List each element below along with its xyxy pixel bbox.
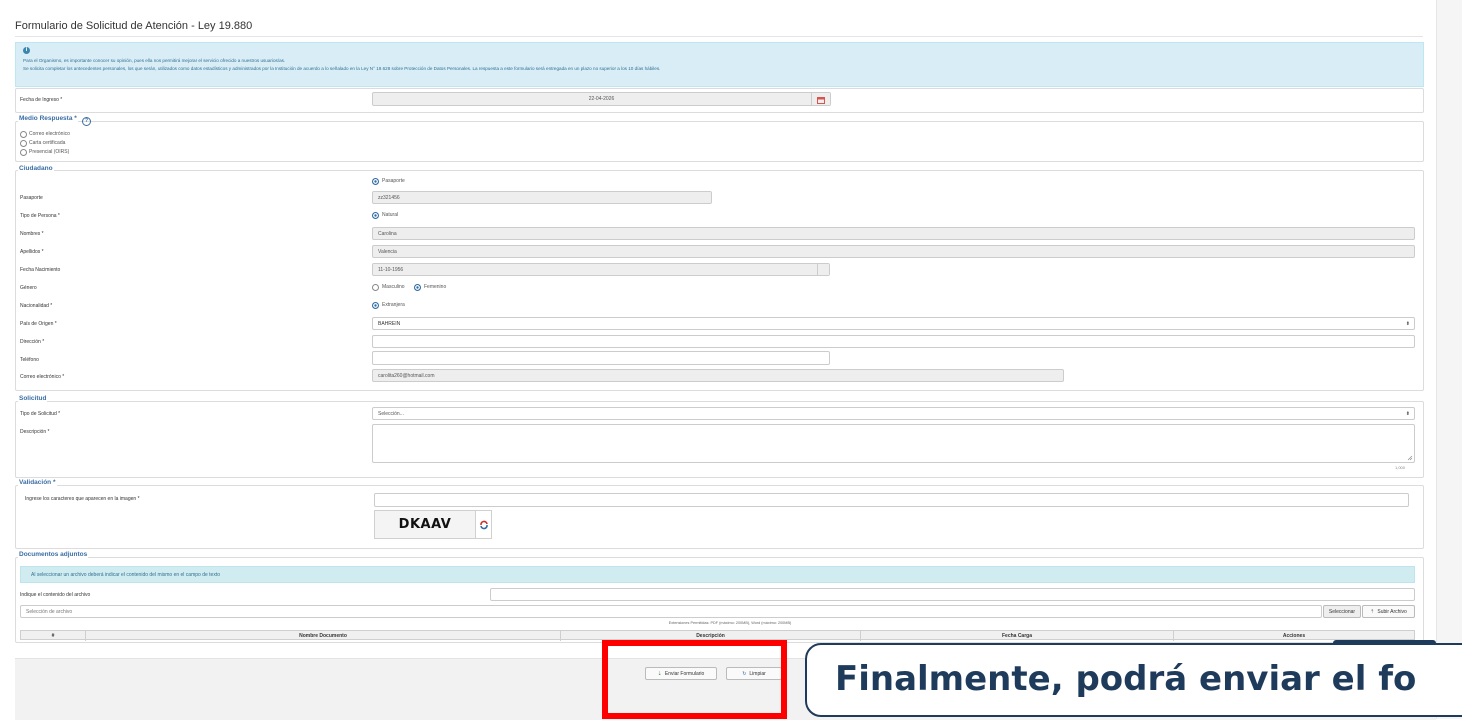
documents-table-header: # Nombre Documento Descripción Fecha Car… [20, 630, 1415, 641]
pais-origen-select[interactable]: BAHREIN ⬍ [372, 317, 1415, 330]
captcha-refresh-button[interactable] [476, 510, 492, 539]
telefono-label: Teléfono [20, 357, 39, 363]
documentos-notice-text: Al seleccionar un archivo deberá indicar… [31, 572, 220, 578]
select-arrows-icon: ⬍ [1405, 410, 1410, 417]
correo-value: carolita260@hotmail.com [378, 372, 435, 379]
file-path-input[interactable]: Selección de archivo [20, 605, 1322, 618]
info-line-1: Para el Organismo, es importante conocer… [23, 58, 286, 63]
fecha-ingreso-value: 22-04-2026 [588, 96, 615, 102]
apellidos-label: Apellidos * [20, 249, 44, 255]
fecha-nacimiento-label: Fecha Nacimiento [20, 267, 61, 273]
refresh-icon [480, 520, 488, 530]
fecha-nacimiento-value: 11-10-1956 [378, 266, 404, 273]
nombres-input[interactable]: Carolina [372, 227, 1415, 240]
ciudadano-legend: Ciudadano [18, 165, 54, 172]
medio-respuesta-panel [15, 121, 1424, 162]
col-nombre: Nombre Documento [86, 631, 561, 641]
pais-origen-label: País de Origen * [20, 321, 57, 327]
resize-handle-icon[interactable] [1407, 455, 1413, 461]
pasaporte-radio[interactable] [372, 178, 379, 185]
fecha-nacimiento-input[interactable]: 11-10-1956 [372, 263, 830, 276]
help-icon[interactable]: ? [82, 117, 91, 126]
select-file-label: Seleccionar [1328, 608, 1356, 615]
pasaporte-radio-label: Pasaporte [382, 178, 405, 184]
nacionalidad-radio[interactable] [372, 302, 379, 309]
medio-respuesta-legend: Medio Respuesta * [18, 115, 78, 122]
info-alert: i Para el Organismo, es importante conoc… [15, 42, 1424, 87]
highlight-box [602, 640, 787, 719]
genero-masculino-radio[interactable] [372, 284, 379, 291]
nombres-value: Carolina [378, 230, 397, 237]
contenido-archivo-input[interactable] [490, 588, 1415, 601]
page-scroll-gutter [1436, 0, 1462, 719]
genero-femenino-label: Femenino [424, 284, 447, 290]
select-arrows-icon: ⬍ [1405, 320, 1410, 327]
pais-origen-value: BAHREIN [378, 320, 401, 327]
medio-option-label-1: Carta certificada [29, 140, 66, 146]
file-path-placeholder: Selección de archivo [26, 608, 73, 615]
telefono-input[interactable] [372, 351, 830, 365]
fecha-ingreso-panel: Fecha de Ingreso * 22-04-2026 [15, 88, 1424, 113]
upload-file-label: Subir Archivo [1377, 608, 1407, 615]
descripcion-textarea[interactable] [372, 424, 1415, 463]
documentos-notice: Al seleccionar un archivo deberá indicar… [20, 566, 1415, 583]
select-file-button[interactable]: Seleccionar [1323, 605, 1361, 618]
tutorial-callout-text: Finalmente, podrá enviar el fo [835, 659, 1417, 699]
pasaporte-label: Pasaporte [20, 195, 43, 201]
title-divider [15, 36, 1423, 37]
allowed-extensions-text: Extensiones Permitidas: PDF (máximo: 200… [668, 621, 792, 625]
direccion-label: Dirección * [20, 339, 45, 345]
genero-femenino-radio[interactable] [414, 284, 421, 291]
captcha-image: DKAAV [374, 510, 476, 539]
medio-option-radio-1[interactable] [20, 140, 27, 147]
pasaporte-input[interactable]: zz321456 [372, 191, 712, 204]
tipo-solicitud-value: Selección... [378, 410, 404, 417]
apellidos-input[interactable]: Valencia [372, 245, 1415, 258]
page-title: Formulario de Solicitud de Atención - Le… [15, 20, 253, 32]
captcha-text: DKAAV [398, 517, 452, 532]
info-icon: i [23, 47, 30, 54]
col-index: # [21, 631, 86, 641]
upload-file-button[interactable]: ⇡ Subir Archivo [1362, 605, 1415, 618]
pasaporte-value: zz321456 [378, 194, 400, 201]
correo-label: Correo electrónico * [20, 374, 65, 380]
nombres-label: Nombres * [20, 231, 44, 237]
info-line-2: Se solicita completar los antecedentes p… [23, 66, 661, 71]
documentos-legend: Documentos adjuntos [18, 551, 89, 558]
col-fecha-carga: Fecha Carga [861, 631, 1174, 641]
calendar-icon [817, 97, 825, 104]
tipo-solicitud-label: Tipo de Solicitud * [20, 411, 61, 417]
direccion-input[interactable] [372, 335, 1415, 348]
apellidos-value: Valencia [378, 248, 397, 255]
medio-option-label-0: Correo electrónico [29, 131, 70, 137]
descripcion-label: Descripción * [20, 429, 50, 435]
fecha-ingreso-field: 22-04-2026 [372, 92, 831, 106]
tipo-persona-value: Natural [382, 212, 399, 218]
correo-input[interactable]: carolita260@hotmail.com [372, 369, 1064, 382]
contenido-archivo-label: Indique el contenido del archivo [20, 592, 91, 598]
genero-label: Género [20, 285, 37, 291]
tipo-persona-radio[interactable] [372, 212, 379, 219]
nacionalidad-value: Extranjera [382, 302, 405, 308]
fecha-nacimiento-calendar-button[interactable] [817, 264, 829, 275]
tipo-persona-label: Tipo de Persona * [20, 213, 60, 219]
tutorial-callout: Finalmente, podrá enviar el fo [805, 643, 1462, 717]
medio-respuesta-legend-text: Medio Respuesta * [19, 115, 77, 122]
descripcion-char-counter: 1,000 [1395, 465, 1406, 470]
medio-option-radio-0[interactable] [20, 131, 27, 138]
captcha-instruction-label: Ingrese los caracteres que aparecen en l… [25, 496, 140, 502]
nacionalidad-label: Nacionalidad * [20, 303, 53, 309]
calendar-button[interactable] [811, 93, 830, 105]
captcha-input[interactable] [374, 493, 1409, 507]
medio-option-radio-2[interactable] [20, 149, 27, 156]
fecha-ingreso-label: Fecha de Ingreso * [20, 97, 63, 103]
medio-option-label-2: Presencial (OIRS) [29, 149, 70, 155]
tipo-solicitud-select[interactable]: Selección... ⬍ [372, 407, 1415, 420]
upload-icon: ⇡ [1370, 608, 1375, 615]
solicitud-legend: Solicitud [18, 395, 48, 402]
validacion-legend: Validación * [18, 479, 57, 486]
genero-masculino-label: Masculino [382, 284, 405, 290]
